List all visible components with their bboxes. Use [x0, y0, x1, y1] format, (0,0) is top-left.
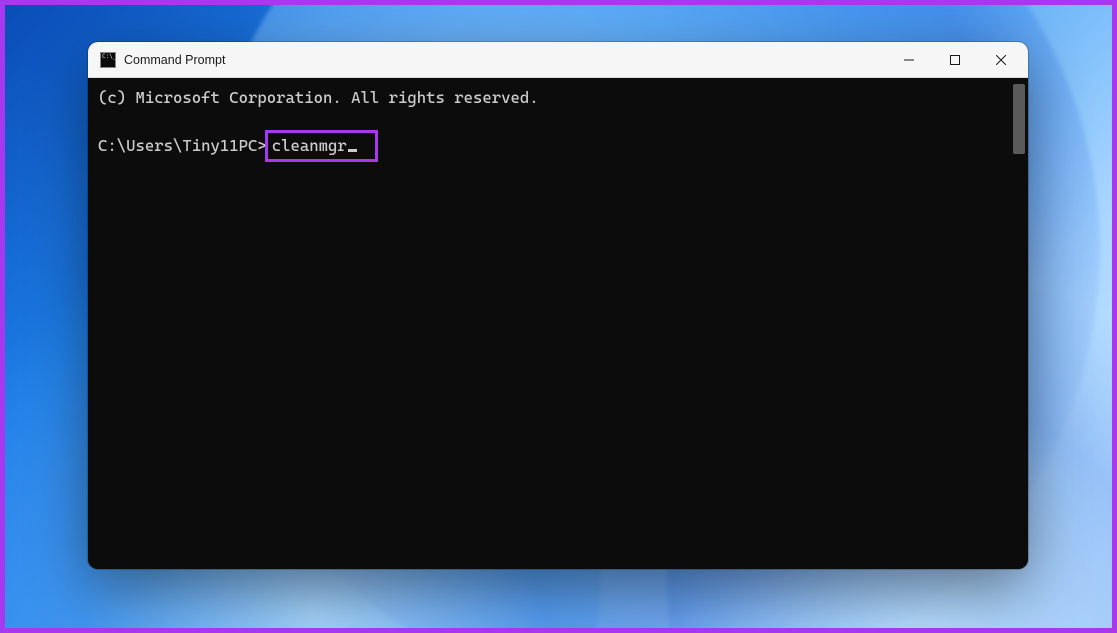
- typed-command: cleanmgr: [272, 136, 347, 155]
- prompt-path: C:\Users\Tiny11PC>: [98, 134, 267, 158]
- window-controls: [886, 42, 1024, 77]
- titlebar[interactable]: Command Prompt: [88, 42, 1028, 78]
- minimize-icon: [904, 55, 914, 65]
- command-highlight-box: cleanmgr: [265, 130, 378, 162]
- cmd-icon: [100, 52, 116, 68]
- minimize-button[interactable]: [886, 42, 932, 77]
- maximize-icon: [950, 55, 960, 65]
- window-title: Command Prompt: [124, 53, 886, 67]
- text-cursor: [348, 149, 357, 152]
- close-icon: [996, 55, 1006, 65]
- command-prompt-window: Command Prompt (c) Microsoft Corporation…: [88, 42, 1028, 569]
- terminal-output[interactable]: (c) Microsoft Corporation. All rights re…: [88, 78, 1028, 569]
- copyright-line: (c) Microsoft Corporation. All rights re…: [98, 86, 1018, 110]
- scrollbar-thumb[interactable]: [1013, 84, 1025, 154]
- close-button[interactable]: [978, 42, 1024, 77]
- maximize-button[interactable]: [932, 42, 978, 77]
- prompt-line: C:\Users\Tiny11PC> cleanmgr: [98, 130, 1018, 162]
